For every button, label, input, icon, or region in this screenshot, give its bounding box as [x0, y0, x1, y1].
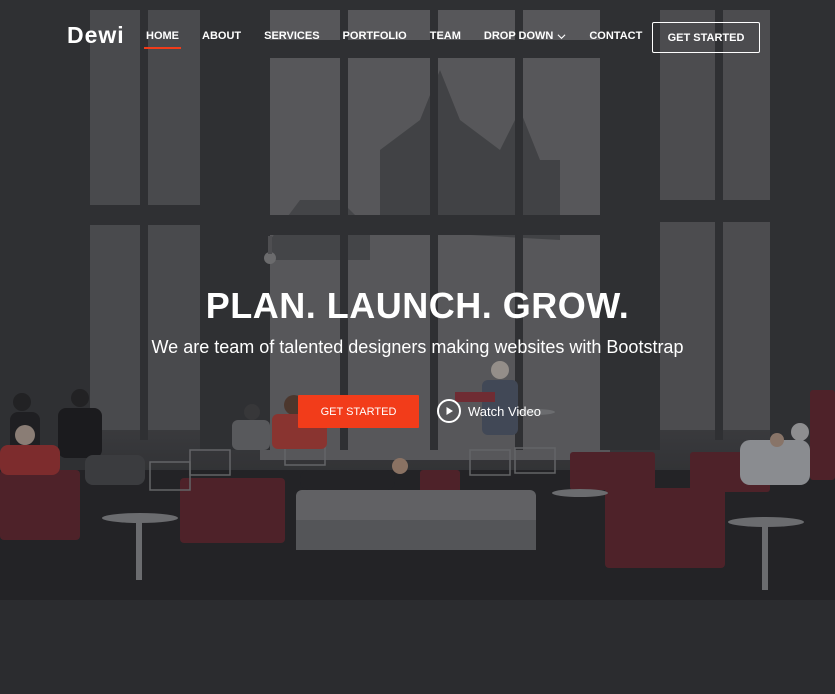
- nav-item-label: ABOUT: [202, 30, 242, 42]
- nav-item-home[interactable]: HOME: [144, 30, 181, 49]
- nav-item-label: HOME: [146, 30, 179, 42]
- nav-item-services[interactable]: SERVICES: [264, 30, 319, 42]
- nav-item-about[interactable]: ABOUT: [202, 30, 241, 42]
- chevron-down-icon: [557, 33, 566, 39]
- header-get-started-button[interactable]: GET STARTED: [652, 22, 760, 53]
- nav-item-label: PORTFOLIO: [342, 30, 407, 42]
- nav-item-label: SERVICES: [264, 30, 320, 42]
- watch-video-link[interactable]: Watch Video: [437, 399, 541, 423]
- nav-item-team[interactable]: TEAM: [430, 30, 461, 42]
- nav-item-contact[interactable]: CONTACT: [589, 30, 642, 42]
- hero-title: PLAN. LAUNCH. GROW.: [205, 285, 630, 326]
- main-navigation: HOME ABOUT SERVICES PORTFOLIO TEAM DROP …: [144, 30, 665, 49]
- nav-item-label: DROP DOWN: [483, 30, 554, 42]
- hero-subtitle: We are team of talented designers making…: [151, 337, 684, 357]
- watch-video-label: Watch Video: [468, 403, 541, 419]
- nav-item-dropdown[interactable]: DROP DOWN: [484, 30, 566, 42]
- hero-section: Dewi HOME ABOUT SERVICES PORTFOLIO TEAM …: [0, 0, 835, 694]
- site-header: Dewi HOME ABOUT SERVICES PORTFOLIO TEAM …: [0, 0, 835, 74]
- nav-item-label: TEAM: [429, 30, 461, 42]
- hero-get-started-button[interactable]: GET STARTED: [298, 395, 419, 428]
- nav-item-portfolio[interactable]: PORTFOLIO: [343, 30, 407, 42]
- nav-item-label: CONTACT: [589, 30, 643, 42]
- site-logo[interactable]: Dewi: [67, 22, 125, 49]
- play-icon: [437, 399, 461, 423]
